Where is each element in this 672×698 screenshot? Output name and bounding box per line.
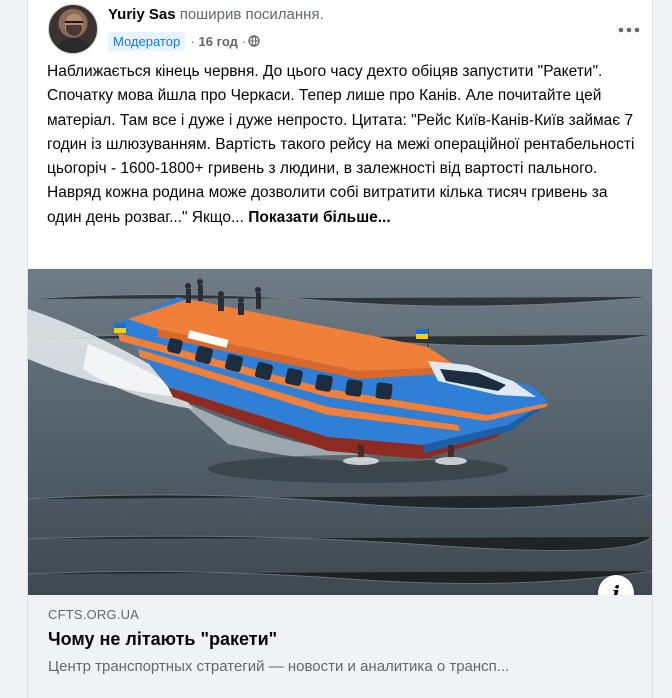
link-preview-meta[interactable]: CFTS.ORG.UA Чому не літають "ракети" Цен… [28, 595, 652, 698]
post-meta: Модератор · 16 год · [108, 30, 260, 52]
post-message: Наближається кінець червня. До цього час… [47, 60, 643, 230]
post-card: Yuriy Sas поширив посилання. Модератор ·… [27, 0, 653, 698]
post-text-body: Наближається кінець червня. До цього час… [47, 63, 635, 226]
more-horizontal-icon [618, 27, 640, 33]
page-scrollbar[interactable] [666, 0, 672, 698]
author-name[interactable]: Yuriy Sas [108, 6, 176, 23]
globe-icon[interactable] [248, 35, 260, 47]
link-preview-image[interactable]: i [28, 269, 652, 595]
avatar[interactable] [48, 4, 98, 54]
author-line: Yuriy Sas поширив посилання. [108, 6, 324, 23]
link-title[interactable]: Чому не літають "ракети" [48, 629, 277, 650]
meta-separator: · [190, 33, 195, 49]
post-timestamp[interactable]: 16 год [199, 34, 238, 49]
more-options-button[interactable] [611, 12, 647, 48]
link-domain: CFTS.ORG.UA [48, 607, 140, 622]
info-icon: i [612, 581, 620, 595]
hydrofoil-boat-image [28, 269, 652, 595]
share-action-text: поширив посилання. [179, 6, 324, 23]
see-more-link[interactable]: Показати більше... [248, 209, 390, 226]
link-description: Центр транспортных стратегий — новости и… [48, 658, 510, 675]
link-preview[interactable]: i CFTS.ORG.UA Чому не літають "ракети" Ц… [28, 269, 652, 698]
moderator-badge[interactable]: Модератор [108, 31, 186, 51]
meta-separator-2: · [241, 33, 247, 49]
post-header: Yuriy Sas поширив посилання. Модератор ·… [48, 4, 640, 56]
